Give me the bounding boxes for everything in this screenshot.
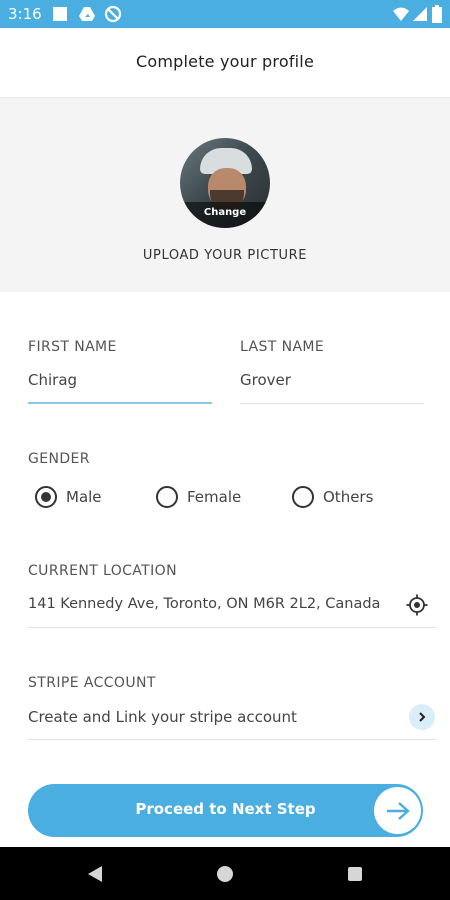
location-label: CURRENT LOCATION	[28, 563, 177, 579]
last-name-field[interactable]: Grover	[240, 371, 291, 389]
back-icon[interactable]	[84, 863, 106, 885]
gender-radio-female[interactable]: Female	[156, 486, 241, 508]
status-bar: 3:16	[0, 0, 450, 28]
gender-option-label: Male	[66, 488, 102, 506]
last-name-underline	[240, 403, 424, 404]
radio-circle	[156, 486, 178, 508]
gender-option-label: Others	[323, 488, 374, 506]
stripe-chevron-button[interactable]	[409, 704, 435, 730]
first-name-underline	[28, 402, 212, 404]
gender-radio-male[interactable]: Male	[35, 486, 102, 508]
radio-circle	[35, 486, 57, 508]
no-sync-icon	[104, 5, 122, 23]
radio-dot	[41, 492, 51, 502]
stripe-label: STRIPE ACCOUNT	[28, 675, 156, 691]
proceed-next-step-button[interactable]: Proceed to Next Step	[28, 784, 423, 837]
first-name-field[interactable]: Chirag	[28, 371, 77, 389]
square-icon	[52, 5, 68, 23]
proceed-button-label: Proceed to Next Step	[135, 800, 316, 818]
avatar[interactable]: Change	[180, 138, 270, 228]
status-time: 3:16	[8, 5, 42, 23]
signal-icon	[412, 5, 428, 23]
app-header: Complete your profile	[0, 28, 450, 98]
radio-circle	[292, 486, 314, 508]
wifi-icon	[392, 5, 410, 23]
page-title: Complete your profile	[136, 52, 314, 71]
gps-locate-icon[interactable]	[406, 594, 428, 616]
drive-icon	[78, 5, 96, 23]
stripe-underline	[28, 739, 436, 740]
last-name-label: LAST NAME	[240, 339, 325, 355]
first-name-label: FIRST NAME	[28, 339, 117, 355]
battery-icon	[432, 5, 442, 23]
upload-picture-label[interactable]: UPLOAD YOUR PICTURE	[0, 248, 450, 263]
home-icon[interactable]	[214, 863, 236, 885]
gender-option-label: Female	[187, 488, 242, 506]
gender-radio-others[interactable]: Others	[292, 486, 373, 508]
chevron-right-icon	[417, 708, 427, 727]
location-underline	[28, 627, 436, 628]
change-photo-button[interactable]: Change	[180, 202, 270, 228]
arrow-right-icon	[374, 787, 421, 834]
system-nav-bar	[0, 847, 450, 900]
recents-icon[interactable]	[344, 863, 366, 885]
gender-label: GENDER	[28, 451, 90, 467]
stripe-link-field[interactable]: Create and Link your stripe account	[28, 708, 297, 726]
location-field[interactable]: 141 Kennedy Ave, Toronto, ON M6R 2L2, Ca…	[28, 596, 380, 612]
avatar-section: Change UPLOAD YOUR PICTURE	[0, 98, 450, 292]
